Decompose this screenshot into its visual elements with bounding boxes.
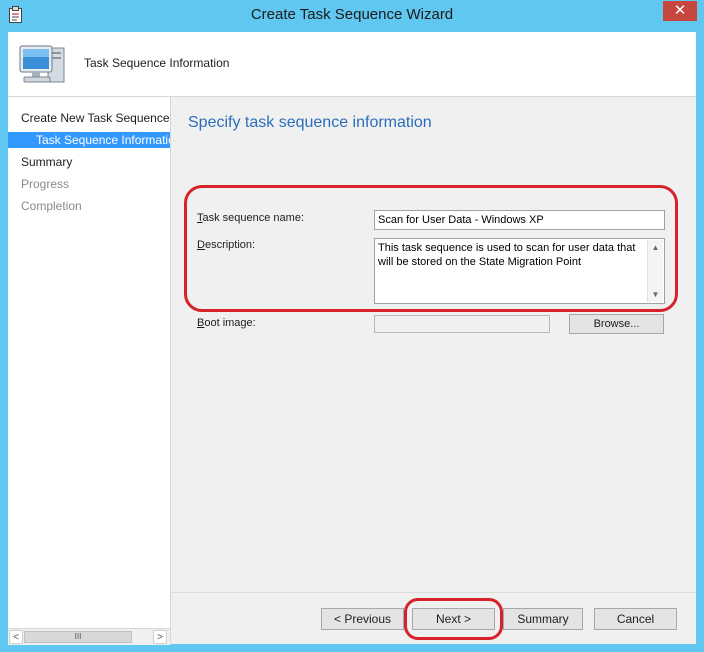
task-sequence-name-label: Task sequence name: — [197, 212, 305, 224]
page-title: Specify task sequence information — [188, 114, 432, 131]
scroll-up-arrow-icon[interactable]: ▲ — [648, 240, 663, 255]
scroll-left-button[interactable]: < — [9, 630, 23, 644]
cancel-button[interactable]: Cancel — [594, 608, 677, 630]
nav-item-completion: Completion — [21, 199, 82, 213]
nav-item-progress: Progress — [21, 177, 70, 191]
nav-item-task-sequence-information[interactable]: Task Sequence Information — [8, 132, 170, 148]
wizard-client-area: Task Sequence Information Create New Tas… — [8, 32, 696, 645]
boot-image-input — [374, 315, 550, 333]
summary-button[interactable]: Summary — [503, 608, 583, 630]
scroll-right-button[interactable]: > — [153, 630, 167, 644]
scroll-down-arrow-icon[interactable]: ▼ — [648, 287, 663, 302]
description-text: This task sequence is used to scan for u… — [378, 242, 636, 268]
description-textarea[interactable]: This task sequence is used to scan for u… — [374, 238, 665, 304]
task-sequence-name-input[interactable]: Scan for User Data - Windows XP — [374, 210, 665, 230]
computer-monitor-icon — [18, 42, 68, 88]
description-vertical-scrollbar[interactable]: ▲ ▼ — [647, 240, 663, 302]
scroll-thumb[interactable]: III — [24, 631, 132, 643]
window-title: Create Task Sequence Wizard — [250, 6, 454, 23]
wizard-step-nav: Create New Task Sequence Task Sequence I… — [8, 97, 171, 628]
title-bar[interactable]: Create Task Sequence Wizard ✕ — [0, 0, 704, 32]
boot-image-label: Boot image: — [197, 317, 256, 329]
browse-button[interactable]: Browse... — [569, 314, 664, 334]
description-label: Description: — [197, 239, 256, 251]
footer-divider — [171, 592, 696, 593]
nav-item-create-new-task-sequence[interactable]: Create New Task Sequence — [21, 111, 170, 125]
nav-horizontal-scrollbar[interactable]: < III > — [8, 628, 171, 645]
wizard-window: Create Task Sequence Wizard ✕ Task Seque… — [0, 0, 704, 652]
header-title: Task Sequence Information — [84, 56, 230, 70]
wizard-header: Task Sequence Information — [8, 32, 696, 97]
close-button[interactable]: ✕ — [663, 1, 697, 21]
nav-item-summary[interactable]: Summary — [21, 155, 72, 169]
next-button[interactable]: Next > — [412, 608, 495, 630]
previous-button[interactable]: < Previous — [321, 608, 404, 630]
